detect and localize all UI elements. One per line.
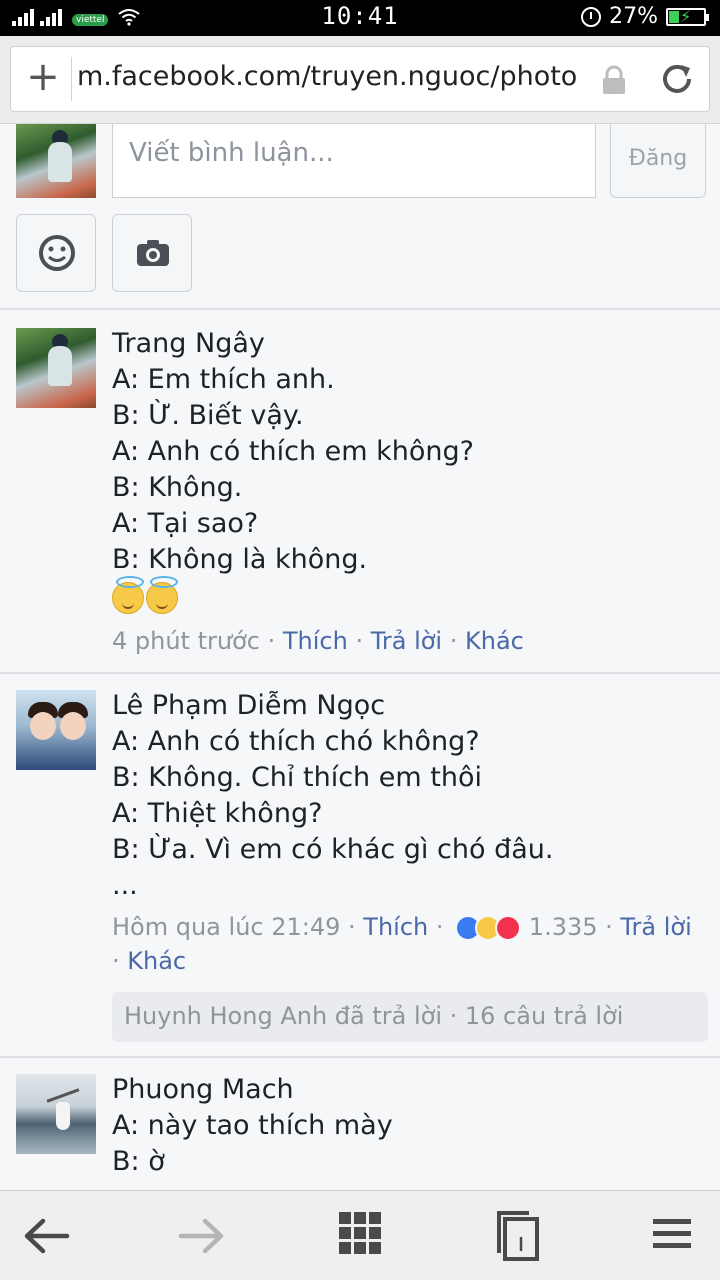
comment-line: A: Em thích anh. (112, 364, 335, 395)
angel-emoji-icon (112, 576, 144, 614)
emoji-row (112, 576, 708, 618)
smiley-icon (39, 235, 75, 271)
like-link[interactable]: Thích (363, 913, 428, 941)
comment-composer: Viết bình luận... Đăng (0, 124, 720, 310)
menu-button[interactable] (642, 1209, 702, 1265)
comment-item: Trang Ngây A: Em thích anh. B: Ừ. Biết v… (0, 312, 720, 674)
love-reaction-icon (495, 915, 522, 941)
comment-line: ... (112, 870, 138, 901)
forward-button[interactable] (172, 1209, 232, 1265)
battery-icon: ⚡ (666, 7, 709, 26)
browser-bottom-nav (0, 1190, 720, 1280)
browser-toolbar: + m.facebook.com/truyen.nguoc/photo (0, 36, 720, 124)
comment-line: B: ờ (112, 1146, 165, 1177)
comment-time[interactable]: Hôm qua lúc 21:49 (112, 913, 340, 941)
comment-line: A: Anh có thích em không? (112, 436, 474, 467)
url-text[interactable]: m.facebook.com/truyen.nguoc/photo (77, 61, 597, 92)
comment-line: B: Ừa. Vì em có khác gì chó đâu. (112, 834, 554, 865)
comment-line: B: Không là không. (112, 544, 368, 575)
lock-icon (603, 65, 625, 94)
like-link[interactable]: Thích (283, 627, 348, 655)
grid-icon (339, 1212, 381, 1254)
reply-link[interactable]: Trả lời (371, 627, 442, 655)
comment-author[interactable]: Trang Ngây (112, 326, 708, 362)
alarm-icon (581, 6, 602, 27)
avatar[interactable] (16, 328, 96, 408)
reactions-summary[interactable] (455, 915, 522, 941)
reaction-count[interactable]: 1.335 (529, 913, 598, 941)
comment-author[interactable]: Lê Phạm Diễm Ngọc (112, 688, 708, 724)
comment-meta: Hôm qua lúc 21:49 · Thích · 1.335 · Trả … (112, 913, 692, 975)
comment-meta: 4 phút trước · Thích · Trả lời · Khác (112, 627, 524, 655)
url-divider (71, 57, 72, 101)
comment-author[interactable]: Phuong Mach (112, 1072, 708, 1108)
comment-time[interactable]: 4 phút trước (112, 627, 260, 655)
view-replies-button[interactable]: Huynh Hong Anh đã trả lời · 16 câu trả l… (112, 992, 708, 1042)
avatar[interactable] (16, 690, 96, 770)
back-button[interactable] (16, 1209, 76, 1265)
arrow-right-icon (178, 1218, 224, 1254)
reply-link[interactable]: Trả lời (620, 913, 691, 941)
comment-line: A: Thiệt không? (112, 798, 323, 829)
new-tab-button[interactable]: + (21, 55, 65, 103)
comment-item: Lê Phạm Diễm Ngọc A: Anh có thích chó kh… (0, 674, 720, 1058)
comment-item: Phuong Mach A: này tao thích mày B: ờ (0, 1058, 720, 1190)
avatar (16, 124, 96, 198)
comment-line: B: Không. Chỉ thích em thôi (112, 762, 482, 793)
more-link[interactable]: Khác (127, 947, 186, 975)
arrow-left-icon (24, 1218, 70, 1254)
battery-percent: 27% (609, 4, 658, 29)
comment-line: B: Ừ. Biết vậy. (112, 400, 304, 431)
tabs-icon (497, 1211, 539, 1261)
comment-line: A: Tại sao? (112, 508, 259, 539)
photo-button[interactable] (112, 214, 192, 292)
tabs-button[interactable] (488, 1209, 548, 1265)
angel-emoji-icon (146, 576, 178, 614)
status-bar: viettel 10:41 27% ⚡ (0, 0, 720, 36)
sticker-button[interactable] (16, 214, 96, 292)
comment-input[interactable]: Viết bình luận... (112, 124, 596, 198)
comment-line: B: Không. (112, 472, 243, 503)
post-button[interactable]: Đăng (610, 124, 706, 198)
reload-icon[interactable] (657, 59, 697, 99)
camera-icon (137, 240, 169, 266)
avatar[interactable] (16, 1074, 96, 1154)
comments-page[interactable]: Viết bình luận... Đăng Trang Ngây A: Em … (0, 124, 720, 1190)
comment-line: A: này tao thích mày (112, 1110, 393, 1141)
comment-line: A: Anh có thích chó không? (112, 726, 480, 757)
hamburger-menu-icon (653, 1219, 691, 1248)
more-link[interactable]: Khác (465, 627, 524, 655)
address-bar[interactable]: + m.facebook.com/truyen.nguoc/photo (10, 46, 710, 112)
home-grid-button[interactable] (330, 1209, 390, 1265)
